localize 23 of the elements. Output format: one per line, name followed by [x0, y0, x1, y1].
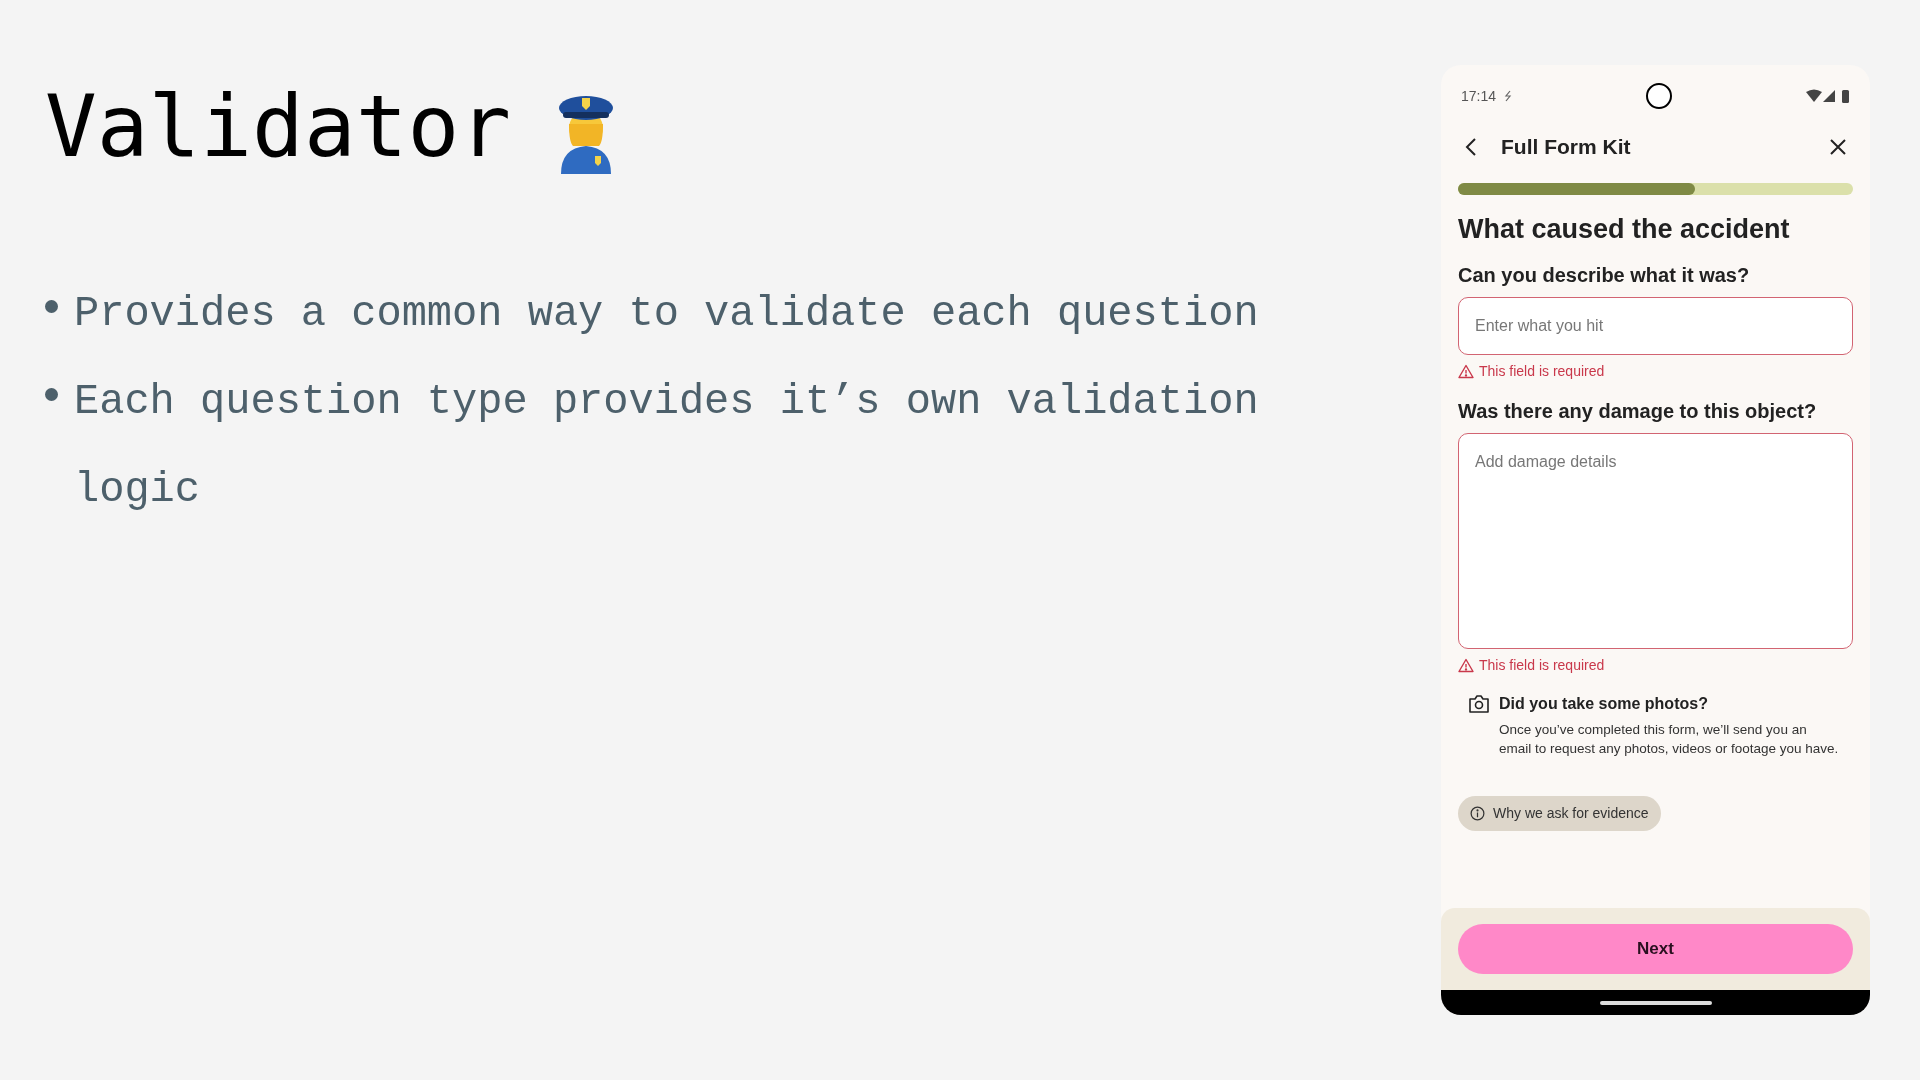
text-input-field[interactable]: Enter what you hit	[1458, 296, 1853, 355]
form-heading: What caused the accident	[1458, 213, 1791, 246]
camera-cutout-icon	[1646, 83, 1672, 109]
screen-title: Full Form Kit	[1501, 134, 1631, 161]
warning-icon	[1458, 363, 1474, 379]
notice-title: Did you take some photos?	[1499, 693, 1709, 714]
error-message: This field is required	[1479, 361, 1605, 381]
error-message: This field is required	[1479, 655, 1605, 675]
bullet-text: Provides a common way to validate each question	[74, 289, 1259, 340]
question-label: Can you describe what it was?	[1458, 262, 1751, 288]
sync-icon	[1504, 90, 1513, 102]
warning-icon	[1458, 657, 1474, 673]
camera-icon	[1468, 693, 1490, 714]
status-icons	[1806, 89, 1850, 103]
slide-title: Validator	[45, 83, 511, 169]
info-chip[interactable]: Why we ask for evidence	[1458, 795, 1661, 831]
status-time: 17:14	[1461, 86, 1497, 106]
info-icon	[1470, 805, 1485, 821]
notice-text: Once you’ve completed this form, we’ll send you an email to request any photos, videos or footage you have.	[1499, 720, 1839, 758]
bullet-text: Each question type provides it’s own validation logic	[74, 377, 1260, 516]
question-label: Was there any damage to this object?	[1458, 398, 1818, 424]
next-button[interactable]: Next	[1458, 924, 1853, 974]
text-area-field[interactable]: Add damage details	[1458, 432, 1853, 649]
